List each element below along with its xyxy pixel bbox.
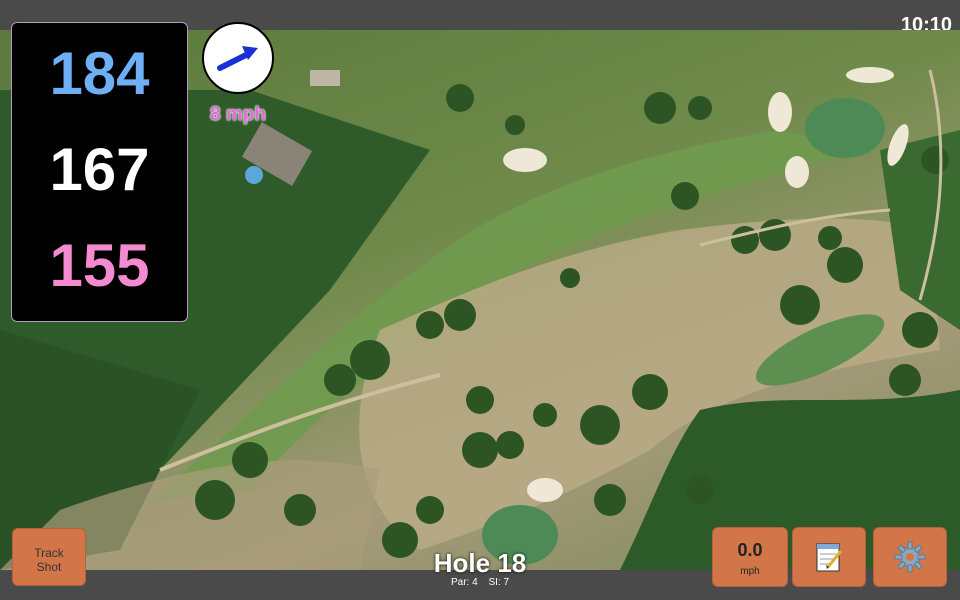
wind-speed-label: 8 mph <box>210 104 266 125</box>
yardage-back: 184 <box>49 40 150 107</box>
notepad-icon <box>816 543 843 572</box>
hole-title: Hole 18 <box>433 548 527 578</box>
settings-button[interactable] <box>873 527 947 587</box>
gear-icon <box>894 541 926 573</box>
notes-button[interactable] <box>792 527 866 587</box>
speed-button[interactable]: 0.0 mph <box>712 527 788 587</box>
yardage-front: 155 <box>49 232 150 299</box>
speed-value: 0.0 <box>737 540 763 560</box>
yardage-middle: 167 <box>49 136 150 203</box>
track-shot-label: Track Shot <box>34 546 64 574</box>
hole-par: Par: 4 <box>450 577 478 588</box>
yardage-panel: 184 167 155 <box>11 22 188 322</box>
hole-info: Par: 4 SI: 7 <box>400 577 560 588</box>
track-shot-button[interactable]: Track Shot <box>12 528 86 586</box>
wind-arrow-icon <box>217 46 258 71</box>
speed-unit: mph <box>740 566 760 577</box>
hole-si: SI: 7 <box>488 577 510 588</box>
wind-indicator[interactable] <box>202 22 274 94</box>
